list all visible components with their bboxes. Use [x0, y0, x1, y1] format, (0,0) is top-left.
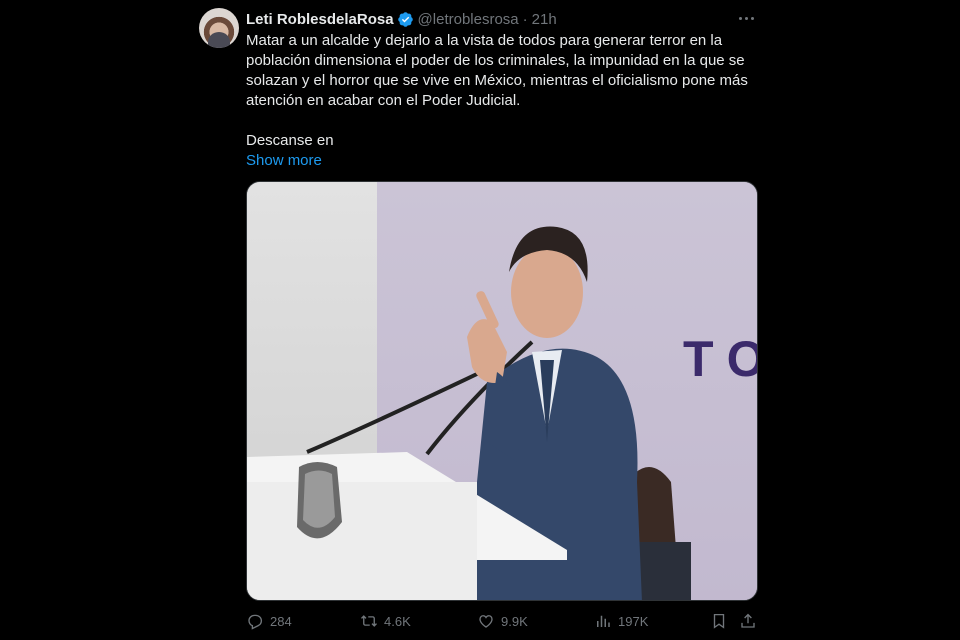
reply-icon	[248, 614, 263, 630]
like-button[interactable]: 9.9K	[477, 612, 528, 630]
like-icon	[479, 615, 493, 628]
reply-count: 284	[270, 613, 292, 629]
share-icon	[741, 613, 755, 628]
tweet-text: Matar a un alcalde y dejarlo a la vista …	[246, 31, 758, 171]
repost-icon	[361, 615, 377, 627]
bookmark-button[interactable]	[710, 612, 728, 630]
tweet-header: Leti RoblesdelaRosa @letroblesrosa · 21h	[246, 9, 557, 29]
views-icon	[597, 615, 610, 627]
repost-count: 4.6K	[384, 613, 411, 629]
tweet-paragraph: Descanse en	[246, 132, 334, 149]
tweet[interactable]: Leti RoblesdelaRosa @letroblesrosa · 21h…	[196, 0, 770, 640]
separator-dot: ·	[522, 10, 528, 28]
speaker-illustration	[247, 226, 691, 600]
more-icon[interactable]	[734, 8, 758, 28]
share-button[interactable]	[739, 612, 757, 630]
avatar[interactable]	[199, 8, 239, 48]
author-name[interactable]: Leti RoblesdelaRosa	[246, 11, 394, 28]
reply-button[interactable]: 284	[246, 612, 292, 630]
tweet-image[interactable]: TO	[246, 181, 758, 601]
tweet-actions: 284 4.6K 9.9K 197K	[246, 612, 758, 634]
show-more-link[interactable]: Show more	[246, 151, 322, 171]
repost-button[interactable]: 4.6K	[360, 612, 411, 630]
verified-badge-icon	[397, 11, 413, 27]
like-count: 9.9K	[501, 613, 528, 629]
author-handle[interactable]: @letroblesrosa	[418, 11, 519, 28]
tweet-time[interactable]: 21h	[532, 11, 557, 28]
views-button[interactable]: 197K	[594, 612, 648, 630]
tweet-paragraph: Matar a un alcalde y dejarlo a la vista …	[246, 32, 748, 109]
bookmark-icon	[713, 613, 725, 629]
views-count: 197K	[618, 613, 649, 629]
